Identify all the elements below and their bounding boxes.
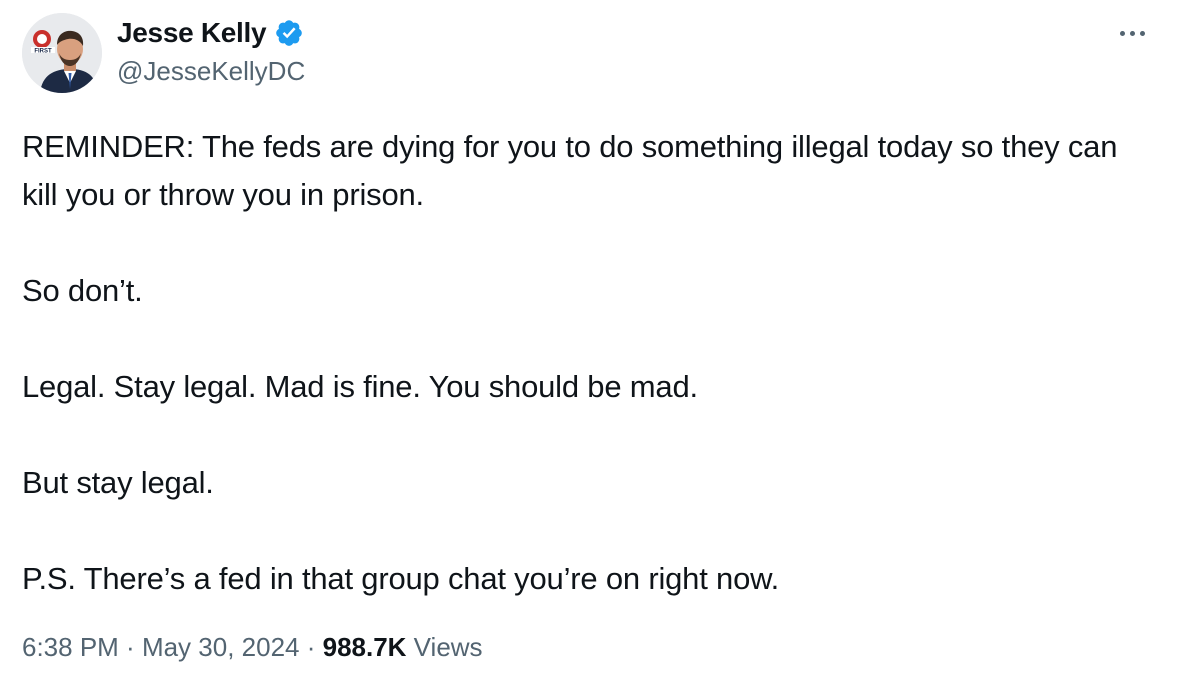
tweet-card: FIRST Jesse Kelly @JesseKellyDC REMINDER… [0, 0, 1182, 688]
verified-badge-icon [276, 20, 303, 46]
author-display-name[interactable]: Jesse Kelly [117, 17, 267, 49]
author-name-row: Jesse Kelly [117, 14, 304, 52]
views-label: Views [406, 632, 483, 662]
tweet-meta: 6:38 PM · May 30, 2024 · 988.7K Views [22, 632, 483, 663]
tweet-time[interactable]: 6:38 PM [22, 632, 119, 662]
more-horizontal-icon [1119, 30, 1125, 36]
tweet-paragraph: Legal. Stay legal. Mad is fine. You shou… [22, 369, 698, 404]
meta-separator: · [118, 632, 142, 662]
more-horizontal-icon-dot [1139, 30, 1145, 36]
tweet-paragraph: REMINDER: The feds are dying for you to … [22, 129, 1126, 212]
more-horizontal-icon-dot [1129, 30, 1135, 36]
avatar[interactable]: FIRST [22, 13, 102, 93]
meta-separator: · [299, 632, 323, 662]
tweet-text: REMINDER: The feds are dying for you to … [22, 123, 1152, 603]
views-count: 988.7K [322, 632, 407, 662]
author-handle[interactable]: @JesseKellyDC [117, 56, 305, 87]
tweet-date[interactable]: May 30, 2024 [142, 632, 300, 662]
tweet-paragraph: P.S. There’s a fed in that group chat yo… [22, 561, 780, 596]
more-options-button[interactable] [1114, 18, 1150, 48]
avatar-badge-text: FIRST [34, 49, 52, 55]
avatar-image: FIRST [22, 13, 102, 93]
tweet-paragraph: So don’t. [22, 273, 143, 308]
tweet-paragraph: But stay legal. [22, 465, 214, 500]
